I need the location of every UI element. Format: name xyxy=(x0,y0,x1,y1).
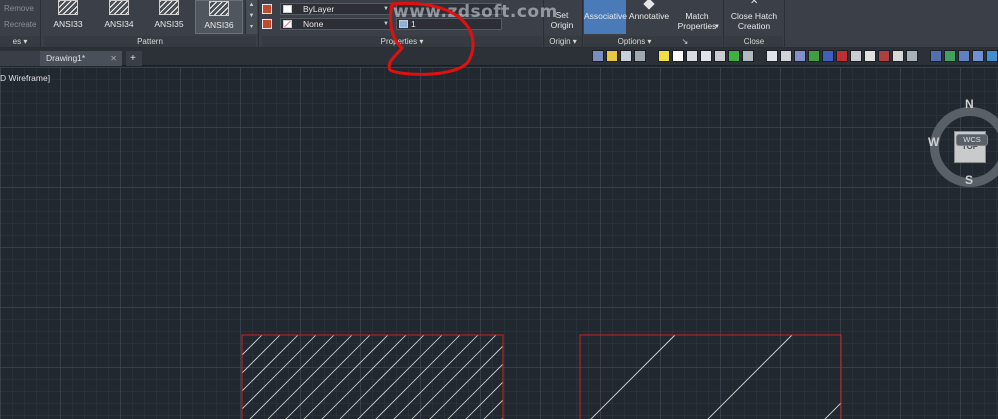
dense-hatch-fill[interactable] xyxy=(162,335,586,419)
sparse-hatch-fill[interactable] xyxy=(575,335,909,419)
hatch-boundary-right[interactable] xyxy=(579,334,842,419)
drawing-canvas xyxy=(162,1,909,419)
annotation-circle xyxy=(387,1,475,76)
